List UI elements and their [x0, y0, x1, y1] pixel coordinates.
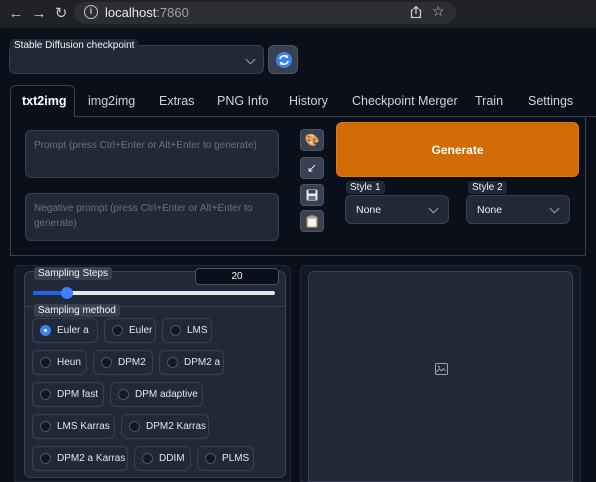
arrow-down-left-icon: ↙	[306, 161, 318, 175]
chevron-down-icon	[428, 203, 439, 214]
apply-style-button[interactable]	[300, 210, 324, 232]
sampler-label: DDIM	[159, 453, 185, 464]
output-gallery	[308, 271, 573, 482]
style-2-dropdown[interactable]: None	[466, 195, 570, 224]
palette-button[interactable]: 🎨	[300, 129, 324, 151]
sampler-radio[interactable]: Euler	[104, 318, 156, 343]
sampler-radio[interactable]: PLMS	[197, 446, 254, 471]
browser-toolbar: ← → ↻ i localhost:7860 ☆	[0, 0, 596, 28]
style-1-dropdown[interactable]: None	[345, 195, 449, 224]
url-port: :7860	[156, 5, 189, 20]
radio-dot	[40, 325, 51, 336]
url-host: localhost	[105, 5, 157, 20]
style-1-value: None	[356, 204, 382, 216]
sampler-label: Heun	[57, 357, 81, 368]
sampler-radio[interactable]: LMS Karras	[32, 414, 115, 439]
prompt-input[interactable]: Prompt (press Ctrl+Enter or Alt+Enter to…	[25, 130, 279, 178]
sampler-label: DPM2 a	[184, 357, 221, 368]
save-style-button[interactable]	[300, 184, 324, 206]
radio-dot	[40, 357, 51, 368]
refresh-icon	[276, 52, 292, 68]
sampler-radio[interactable]: DPM2	[93, 350, 153, 375]
tab-checkpoint-merger[interactable]: Checkpoint Merger	[352, 94, 458, 108]
sampler-radio[interactable]: DPM fast	[32, 382, 104, 407]
sampler-radio[interactable]: DPM adaptive	[110, 382, 203, 407]
sampler-label: PLMS	[222, 453, 250, 464]
tab-history[interactable]: History	[289, 94, 328, 108]
tab-train[interactable]: Train	[475, 94, 503, 108]
radio-dot	[40, 453, 51, 464]
tab-settings[interactable]: Settings	[528, 94, 573, 108]
generate-button[interactable]: Generate	[336, 122, 579, 177]
share-icon[interactable]	[409, 5, 423, 19]
sampler-label: LMS	[187, 325, 208, 336]
radio-dot	[142, 453, 153, 464]
radio-dot	[205, 453, 216, 464]
style-2-label: Style 2	[468, 181, 507, 194]
sampler-radio[interactable]: DPM2 Karras	[121, 414, 209, 439]
sampler-radio[interactable]: Heun	[32, 350, 87, 375]
negative-prompt-placeholder: Negative prompt (press Ctrl+Enter or Alt…	[34, 203, 253, 229]
radio-dot	[118, 389, 129, 400]
sampler-label: LMS Karras	[57, 421, 110, 432]
reload-icon[interactable]: ↻	[51, 4, 71, 24]
palette-icon: 🎨	[304, 133, 320, 147]
sampler-radio[interactable]: LMS	[162, 318, 212, 343]
chevron-down-icon	[245, 54, 256, 65]
tab-img2img[interactable]: img2img	[88, 94, 135, 108]
prompt-placeholder: Prompt (press Ctrl+Enter or Alt+Enter to…	[34, 140, 257, 151]
slider-thumb[interactable]	[60, 287, 73, 299]
sampler-label: Euler a	[57, 325, 89, 336]
floppy-disk-icon	[306, 189, 318, 201]
image-icon	[435, 363, 448, 375]
radio-dot	[167, 357, 178, 368]
clipboard-icon	[306, 215, 318, 228]
radio-dot	[170, 325, 181, 336]
refresh-checkpoint-button[interactable]	[268, 45, 298, 74]
sampling-steps-label: Sampling Steps	[34, 267, 113, 280]
url-text: localhost:7860	[105, 5, 189, 20]
radio-dot	[129, 421, 140, 432]
sampler-radio[interactable]: DDIM	[134, 446, 191, 471]
arrow-right-icon[interactable]: →	[29, 4, 49, 24]
sampling-steps-slider[interactable]	[33, 287, 275, 299]
info-icon[interactable]: i	[84, 5, 98, 19]
sampler-radio[interactable]: Euler a	[32, 318, 98, 343]
radio-dot	[101, 357, 112, 368]
sampler-radio[interactable]: DPM2 a Karras	[32, 446, 128, 471]
style-2-value: None	[477, 204, 503, 216]
negative-prompt-input[interactable]: Negative prompt (press Ctrl+Enter or Alt…	[25, 193, 279, 241]
chevron-down-icon	[549, 203, 560, 214]
arrow-left-icon[interactable]: ←	[6, 4, 26, 24]
style-1-label: Style 1	[346, 181, 385, 194]
radio-dot	[112, 325, 123, 336]
sampler-label: DPM2 Karras	[146, 421, 207, 432]
sampler-label: DPM adaptive	[135, 389, 198, 400]
address-bar[interactable]: i localhost:7860 ☆	[74, 2, 456, 24]
radio-dot	[40, 421, 51, 432]
sampling-method-label: Sampling method	[34, 304, 120, 317]
sampling-steps-input[interactable]: 20	[195, 268, 279, 285]
star-icon[interactable]: ☆	[432, 3, 445, 20]
tab-txt2img[interactable]: txt2img	[22, 94, 66, 108]
sampler-label: DPM2	[118, 357, 146, 368]
sampler-label: DPM fast	[57, 389, 99, 400]
tab-png-info[interactable]: PNG Info	[217, 94, 268, 108]
checkpoint-label: Stable Diffusion checkpoint	[10, 39, 139, 52]
radio-dot	[40, 389, 51, 400]
sampler-label: Euler	[129, 325, 153, 336]
sampler-label: DPM2 a Karras	[57, 453, 126, 464]
sampler-radio[interactable]: DPM2 a	[159, 350, 224, 375]
read-params-button[interactable]: ↙	[300, 157, 324, 179]
tab-extras[interactable]: Extras	[159, 94, 194, 108]
